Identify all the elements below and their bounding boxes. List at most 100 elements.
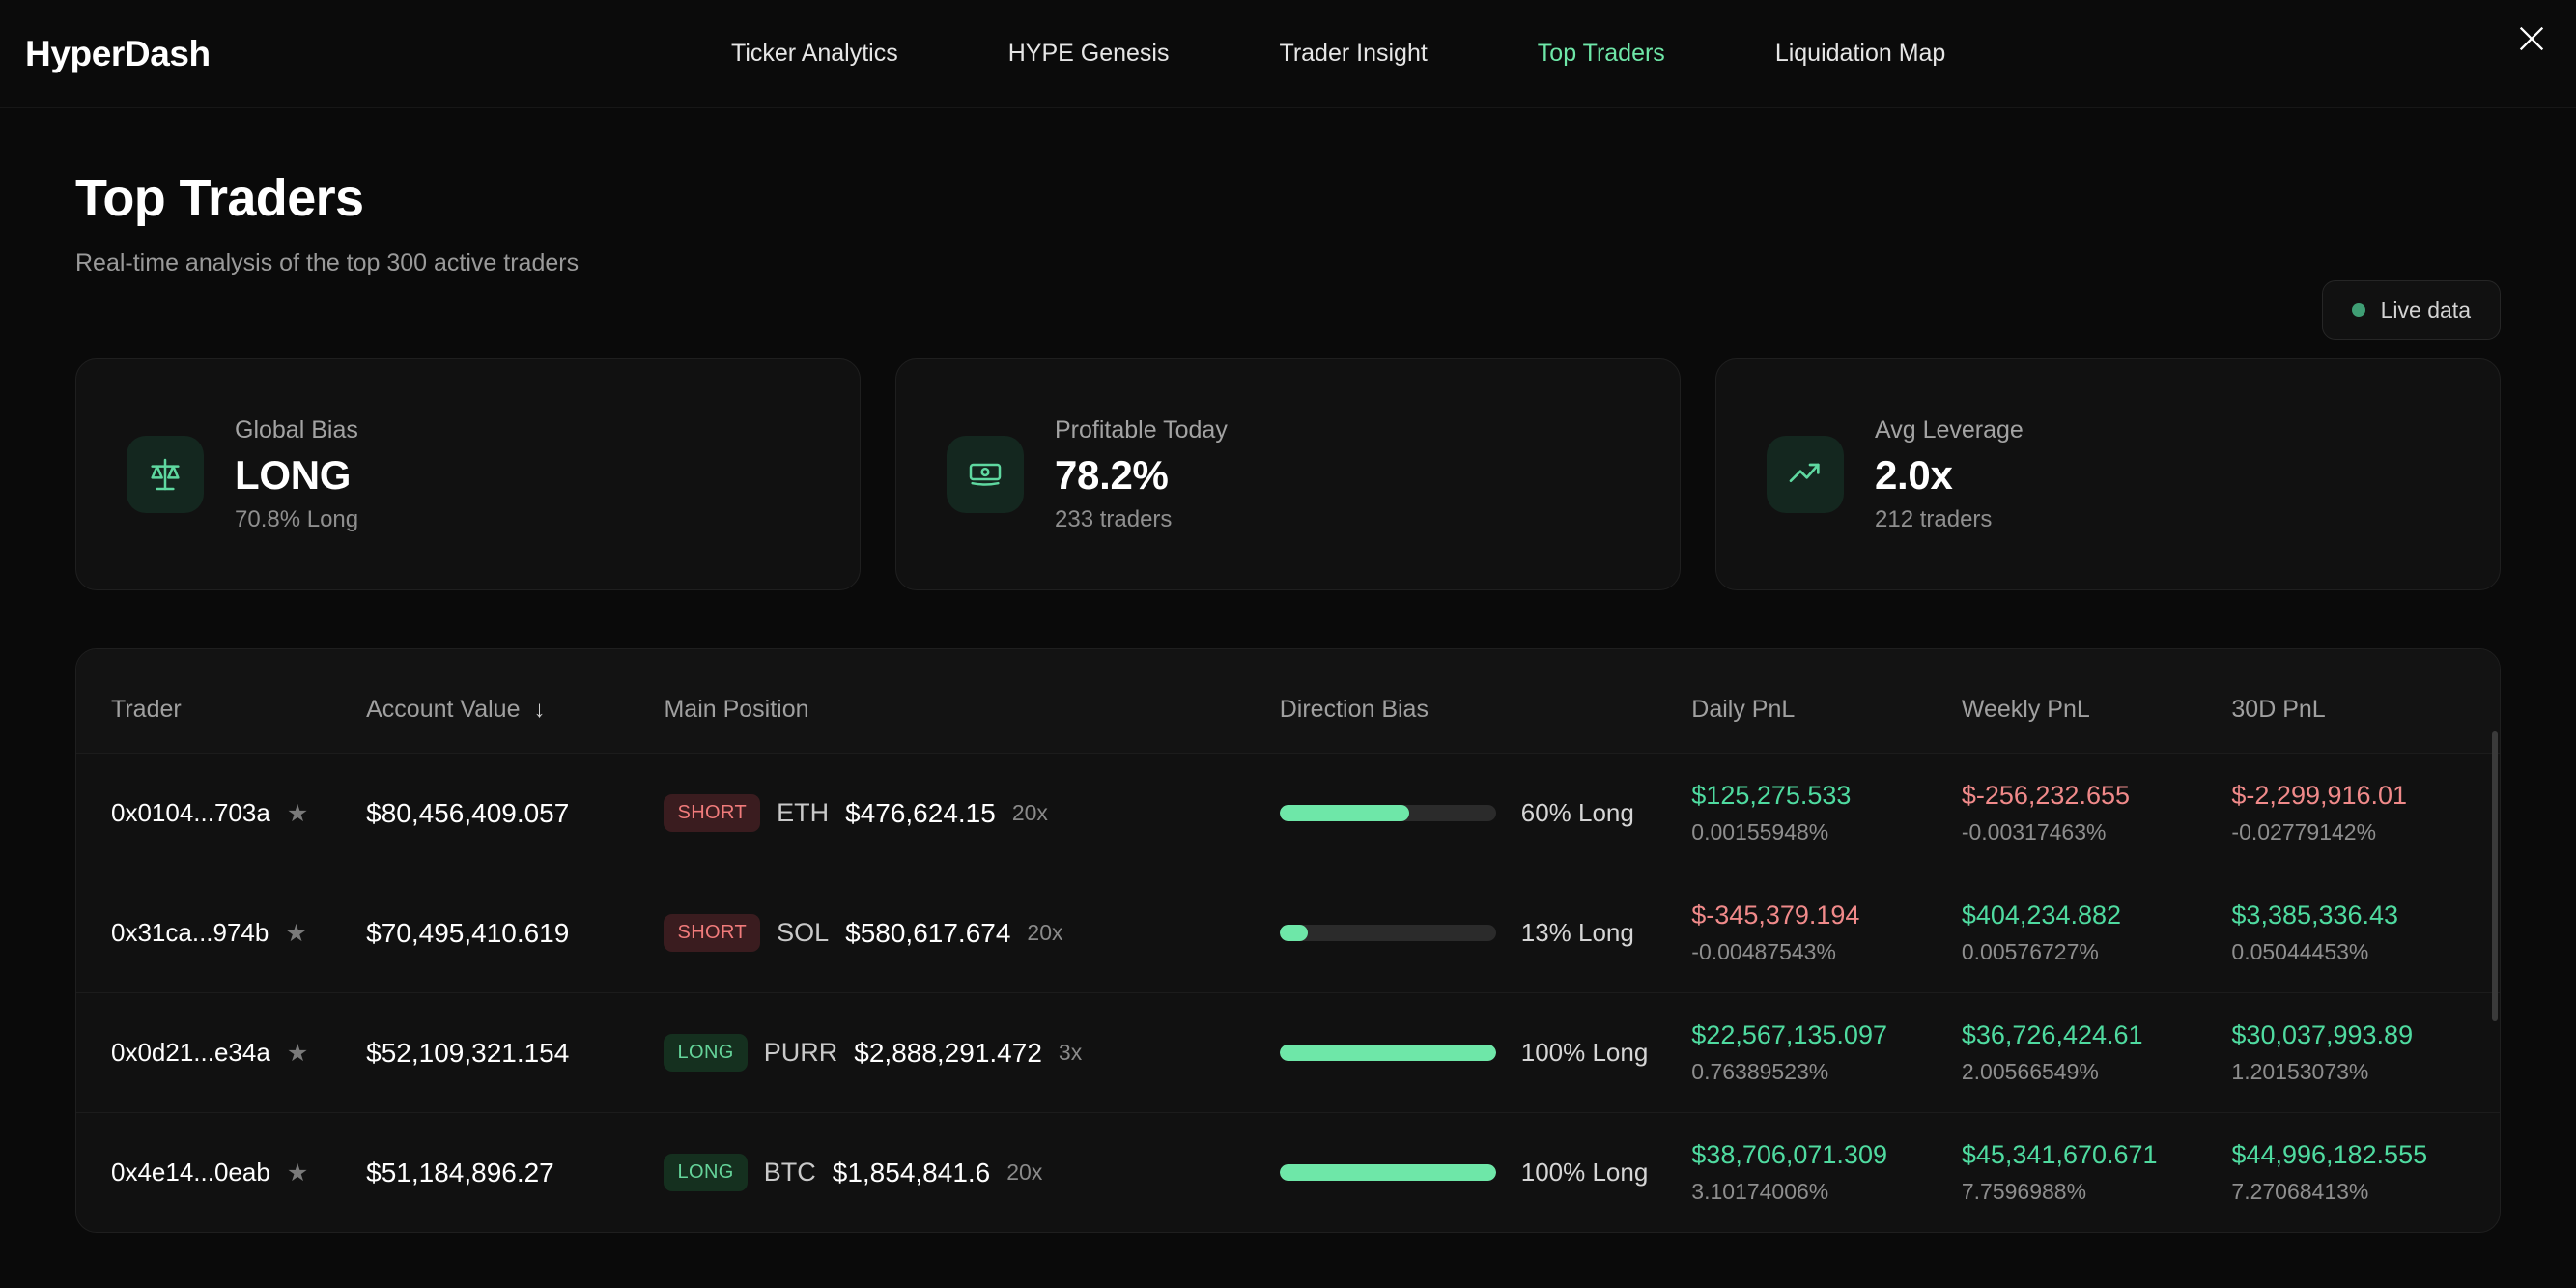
nav-item-ticker-analytics[interactable]: Ticker Analytics (676, 40, 953, 68)
favorite-star-icon[interactable]: ★ (287, 1159, 308, 1188)
position-side-badge: LONG (664, 1034, 748, 1072)
position-symbol: PURR (763, 1038, 838, 1067)
direction-bias-cell: 100% Long (1279, 993, 1692, 1113)
trader-cell: 0x4e14...0eab ★ (76, 1113, 366, 1233)
top-navbar: HyperDash Ticker Analytics HYPE Genesis Tr… (0, 0, 2576, 108)
nav-item-hype-genesis[interactable]: HYPE Genesis (953, 40, 1225, 68)
table-row[interactable]: 0x4e14...0eab ★ $51,184,896.27 LONG BTC $1,85… (76, 1112, 2500, 1233)
thirty-day-pnl-percent: -0.02779142% (2231, 819, 2377, 844)
position-leverage: 20x (1027, 920, 1063, 945)
position-size: $1,854,841.6 (832, 1157, 991, 1188)
direction-bias-fill (1279, 1045, 1496, 1061)
table-row[interactable]: 0x31ca...974b ★ $70,495,410.619 SHORT SOL $58… (76, 873, 2500, 993)
direction-bias-fill (1279, 805, 1410, 821)
direction-bias-fill (1279, 925, 1308, 941)
table-header-label: Weekly PnL (1961, 696, 2090, 723)
weekly-pnl-percent: 2.00566549% (1961, 1059, 2099, 1084)
stat-meta: 212 traders (1875, 505, 1993, 532)
sort-descending-icon[interactable]: ↓ (534, 697, 546, 723)
table-scrollbar[interactable] (2492, 731, 2498, 1021)
thirty-day-pnl-percent: 1.20153073% (2231, 1059, 2369, 1084)
nav-links: Ticker Analytics HYPE Genesis Trader Insig… (676, 40, 2000, 68)
weekly-pnl-percent: -0.00317463% (1961, 819, 2107, 844)
table-body: 0x0104...703a ★ $80,456,409.057 SHORT ETH $47… (76, 753, 2500, 1233)
top-traders-table-container: Trader Account Value ↓ Main Position Directi… (75, 648, 2501, 1233)
trader-cell: 0x0d21...e34a ★ (76, 993, 366, 1113)
direction-bias-label: 60% Long (1520, 798, 1634, 827)
weekly-pnl-percent: 7.7596988% (1961, 1179, 2087, 1204)
live-data-label: Live data (2380, 297, 2471, 323)
table-header-label: Daily PnL (1691, 696, 1796, 723)
position-size: $580,617.674 (845, 917, 1011, 948)
daily-pnl-percent: -0.00487543% (1691, 939, 1836, 964)
daily-pnl-value: $22,567,135.097 (1691, 1020, 1887, 1049)
direction-bias-cell: 100% Long (1279, 1113, 1692, 1233)
trader-address[interactable]: 0x31ca...974b (111, 918, 269, 948)
position-symbol: ETH (777, 798, 830, 827)
favorite-star-icon[interactable]: ★ (285, 919, 306, 948)
daily-pnl-percent: 3.10174006% (1691, 1179, 1829, 1204)
table-header-trader[interactable]: Trader (76, 649, 367, 754)
trader-cell: 0x0104...703a ★ (76, 754, 366, 873)
live-data-badge[interactable]: Live data (2321, 280, 2501, 340)
weekly-pnl-value: $-256,232.655 (1961, 781, 2130, 810)
favorite-star-icon[interactable]: ★ (287, 799, 308, 828)
weekly-pnl-value: $404,234.882 (1961, 901, 2122, 930)
account-value: $80,456,409.057 (366, 797, 570, 828)
main-position-cell: LONG BTC $1,854,841.6 20x (664, 1113, 1279, 1233)
trader-address[interactable]: 0x0d21...e34a (111, 1038, 270, 1068)
brand-logo[interactable]: HyperDash (25, 34, 211, 74)
thirty-day-pnl-value: $-2,299,916.01 (2231, 781, 2408, 810)
main-position-cell: SHORT ETH $476,624.15 20x (664, 754, 1279, 873)
favorite-star-icon[interactable]: ★ (287, 1039, 308, 1068)
account-value: $52,109,321.154 (366, 1037, 570, 1068)
daily-pnl-percent: 0.76389523% (1691, 1059, 1829, 1084)
table-header: Trader Account Value ↓ Main Position Directi… (76, 649, 2500, 754)
daily-pnl-value: $125,275.533 (1691, 781, 1852, 810)
thirty-day-pnl-value: $30,037,993.89 (2231, 1020, 2414, 1049)
nav-item-top-traders[interactable]: Top Traders (1483, 40, 1720, 68)
trader-address[interactable]: 0x4e14...0eab (111, 1158, 270, 1188)
trader-address[interactable]: 0x0104...703a (111, 798, 270, 828)
table-row[interactable]: 0x0d21...e34a ★ $52,109,321.154 LONG PURR $2,… (76, 992, 2500, 1113)
nav-item-trader-insight[interactable]: Trader Insight (1224, 40, 1482, 68)
table-header-main-position[interactable]: Main Position (664, 649, 1280, 754)
table-header-daily-pnl[interactable]: Daily PnL (1691, 649, 1962, 754)
account-value: $51,184,896.27 (366, 1157, 554, 1188)
daily-pnl-cell: $38,706,071.309 3.10174006% (1691, 1113, 1962, 1233)
table-header-direction-bias[interactable]: Direction Bias (1279, 649, 1692, 754)
table-header-label: Direction Bias (1279, 696, 1429, 723)
direction-bias-bar (1279, 805, 1496, 821)
page-subtitle: Real-time analysis of the top 300 active… (75, 249, 580, 276)
direction-bias-bar (1279, 1164, 1496, 1181)
table-header-30d-pnl[interactable]: 30D PnL (2231, 649, 2500, 754)
thirty-day-pnl-cell: $3,385,336.43 0.05044453% (2231, 873, 2500, 993)
table-header-weekly-pnl[interactable]: Weekly PnL (1961, 649, 2232, 754)
account-value: $70,495,410.619 (366, 917, 570, 948)
stat-label: Profitable Today (1055, 415, 1228, 444)
direction-bias-cell: 60% Long (1279, 754, 1692, 873)
top-traders-table: Trader Account Value ↓ Main Position Directi… (76, 649, 2500, 1232)
main-position-cell: LONG PURR $2,888,291.472 3x (664, 993, 1279, 1113)
thirty-day-pnl-percent: 7.27068413% (2231, 1179, 2369, 1204)
table-header-label: Account Value (366, 696, 521, 723)
position-leverage: 3x (1058, 1040, 1083, 1065)
table-header-label: 30D PnL (2231, 696, 2326, 723)
position-leverage: 20x (1006, 1159, 1043, 1185)
stat-meta: 233 traders (1055, 505, 1173, 532)
position-side-badge: LONG (664, 1154, 748, 1191)
stat-label: Global Bias (235, 415, 358, 444)
trader-cell: 0x31ca...974b ★ (76, 873, 366, 993)
position-size: $476,624.15 (845, 797, 996, 828)
direction-bias-bar (1279, 925, 1496, 941)
table-header-account-value[interactable]: Account Value ↓ (366, 649, 665, 754)
trending-up-icon (1767, 436, 1844, 513)
position-symbol: BTC (763, 1158, 816, 1187)
nav-item-liquidation-map[interactable]: Liquidation Map (1720, 40, 2001, 68)
page-header: Top Traders Real-time analysis of the to… (75, 108, 2501, 340)
direction-bias-label: 100% Long (1520, 1038, 1649, 1067)
stat-label: Avg Leverage (1875, 415, 2024, 444)
close-icon[interactable] (2510, 17, 2553, 60)
table-row[interactable]: 0x0104...703a ★ $80,456,409.057 SHORT ETH $47… (76, 753, 2500, 873)
stat-value: 2.0x (1875, 451, 1953, 498)
